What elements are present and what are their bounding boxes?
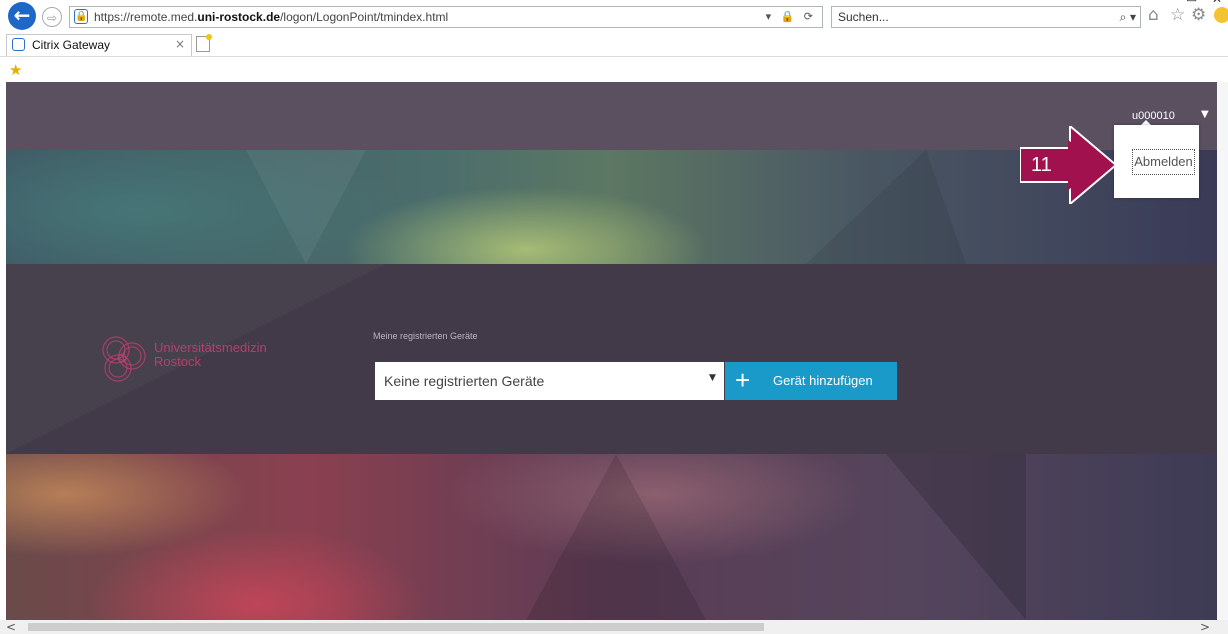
- tab-favicon-icon: [12, 38, 25, 51]
- user-menu-toggle[interactable]: u000010: [1132, 110, 1175, 126]
- add-device-label: Gerät hinzufügen: [773, 373, 873, 388]
- url-prefix: https://remote.med.: [94, 10, 198, 24]
- tab-close-icon[interactable]: ×: [175, 37, 185, 51]
- tab-citrix-gateway[interactable]: Citrix Gateway ×: [6, 34, 192, 56]
- favorites-bar-divider: [0, 56, 1228, 57]
- browser-chrome: ▭ ✕ ← ⇨ 🔒 https://remote.med.uni-rostock…: [0, 0, 1228, 82]
- smiley-feedback-icon[interactable]: [1214, 7, 1228, 23]
- registered-devices-select[interactable]: Keine registrierten Geräte ▼: [375, 362, 724, 400]
- caret-down-icon[interactable]: ▼: [709, 373, 716, 383]
- logout-menu-item[interactable]: Abmelden: [1132, 149, 1195, 175]
- logo-line-1: Universitätsmedizin: [154, 340, 267, 355]
- citrix-gateway-page: u000010 ▼ Abmelden 11 Universitätsmedizi…: [6, 82, 1217, 620]
- settings-gear-icon[interactable]: ⚙: [1191, 5, 1206, 25]
- add-favorites-icon[interactable]: ★: [9, 61, 22, 79]
- url-text[interactable]: https://remote.med.uni-rostock.de/logon/…: [94, 8, 448, 26]
- home-icon[interactable]: ⌂: [1148, 5, 1159, 25]
- scroll-right-icon[interactable]: >: [1200, 620, 1210, 634]
- forward-arrow-icon[interactable]: ⇨: [42, 7, 62, 27]
- back-arrow-icon[interactable]: ←: [8, 2, 36, 30]
- university-logo-text: Universitätsmedizin Rostock: [154, 341, 267, 369]
- site-lock-icon: 🔒: [74, 9, 88, 24]
- address-tools-icons[interactable]: ▾ 🔒 ⟳: [766, 8, 816, 26]
- search-box[interactable]: ⌕ ▾: [831, 6, 1141, 28]
- logo-line-2: Rostock: [154, 354, 201, 369]
- decorative-shape: [886, 454, 1026, 620]
- caret-down-icon[interactable]: ▼: [1201, 109, 1209, 120]
- decorative-shape: [526, 454, 706, 620]
- vertical-scrollbar[interactable]: [1217, 82, 1228, 620]
- search-icon[interactable]: ⌕ ▾: [1119, 8, 1136, 26]
- registered-devices-label: Meine registrierten Geräte: [373, 331, 478, 341]
- favorites-star-icon[interactable]: ☆: [1170, 5, 1185, 25]
- select-value: Keine registrierten Geräte: [384, 373, 545, 389]
- scroll-thumb[interactable]: [28, 623, 764, 631]
- horizontal-scrollbar[interactable]: < >: [0, 620, 1228, 634]
- add-device-button[interactable]: + Gerät hinzufügen: [725, 362, 897, 400]
- decorative-shape: [806, 150, 966, 264]
- scroll-left-icon[interactable]: <: [6, 620, 16, 634]
- url-path: /logon/LogonPoint/tmindex.html: [280, 10, 449, 24]
- search-input[interactable]: [838, 7, 1078, 27]
- footer-background: [6, 454, 1217, 620]
- plus-icon: +: [735, 365, 751, 395]
- user-dropdown-menu: Abmelden: [1114, 125, 1199, 198]
- new-tab-icon[interactable]: [196, 34, 212, 52]
- university-logo-icon: [102, 336, 146, 382]
- tab-label: Citrix Gateway: [32, 38, 111, 52]
- url-host: uni-rostock.de: [197, 10, 281, 24]
- address-bar[interactable]: 🔒 https://remote.med.uni-rostock.de/logo…: [69, 6, 823, 28]
- decorative-shape: [246, 150, 366, 264]
- close-window-icon[interactable]: ✕: [1212, 0, 1222, 6]
- annotation-step-number: 11: [1031, 154, 1052, 176]
